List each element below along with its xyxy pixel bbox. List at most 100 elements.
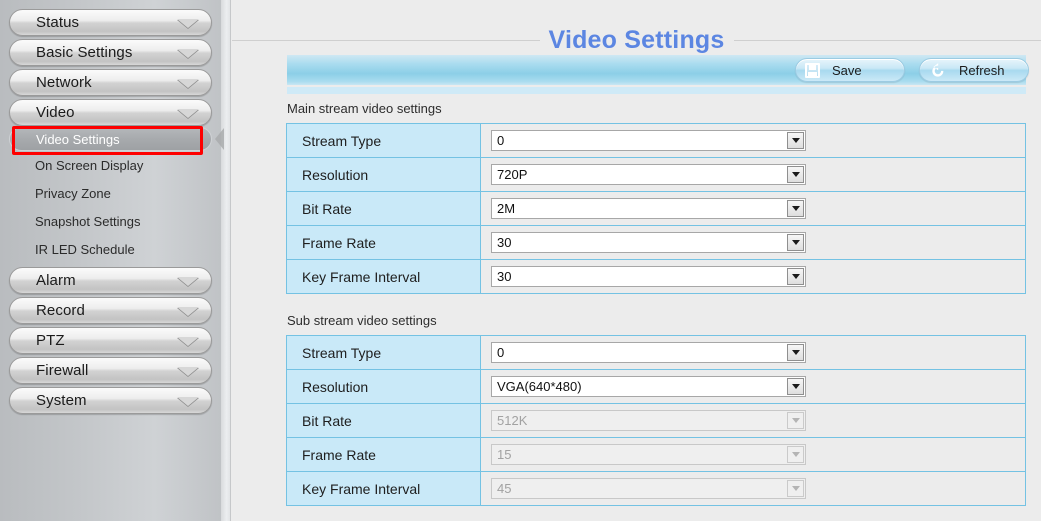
select-value: 0 <box>497 133 505 148</box>
row-field: 15 <box>480 437 1026 472</box>
sub-resolution-select[interactable]: VGA(640*480) <box>491 376 806 397</box>
select-value: 45 <box>497 481 512 496</box>
table-row: Key Frame Interval 45 <box>286 471 1026 506</box>
sidebar-item-ir-led-schedule[interactable]: IR LED Schedule <box>9 235 212 263</box>
row-field: 720P <box>480 157 1026 192</box>
row-field: 2M <box>480 191 1026 226</box>
chevron-down-icon <box>177 78 199 88</box>
row-label: Bit Rate <box>286 403 481 438</box>
sidebar-group-system[interactable]: System <box>9 387 212 414</box>
resolution-select[interactable]: 720P <box>491 164 806 185</box>
select-value: 30 <box>497 235 512 250</box>
sidebar-item-on-screen-display[interactable]: On Screen Display <box>9 151 212 179</box>
sidebar-group-firewall[interactable]: Firewall <box>9 357 212 384</box>
sub-bit-rate-select: 512K <box>491 410 806 431</box>
sidebar-item-snapshot-settings[interactable]: Snapshot Settings <box>9 207 212 235</box>
row-label: Key Frame Interval <box>286 259 481 294</box>
sub-stream-table: Stream Type 0 Resolution VGA(640*480) Bi… <box>286 335 1026 506</box>
table-row: Frame Rate 30 <box>286 225 1026 260</box>
chevron-down-icon <box>177 18 199 28</box>
frame-rate-select[interactable]: 30 <box>491 232 806 253</box>
chevron-down-icon <box>787 344 804 361</box>
sidebar-group-record[interactable]: Record <box>9 297 212 324</box>
sidebar-item-label: Privacy Zone <box>35 185 111 201</box>
sidebar-group-video[interactable]: Video <box>9 99 212 126</box>
sub-stream-type-select[interactable]: 0 <box>491 342 806 363</box>
select-value: VGA(640*480) <box>497 379 582 394</box>
row-label: Stream Type <box>286 123 481 158</box>
chevron-down-icon <box>787 480 804 497</box>
row-field: 30 <box>480 259 1026 294</box>
action-toolbar: Save Refresh <box>287 55 1029 85</box>
sidebar-item-label: Video Settings <box>36 131 120 147</box>
select-value: 15 <box>497 447 512 462</box>
table-row: Bit Rate 512K <box>286 403 1026 438</box>
row-label: Stream Type <box>286 335 481 370</box>
refresh-arrow-icon <box>929 62 947 78</box>
save-button[interactable]: Save <box>795 58 905 82</box>
sidebar-item-video-settings[interactable]: Video Settings <box>9 127 212 151</box>
chevron-down-icon <box>787 200 804 217</box>
chevron-down-icon <box>177 336 199 346</box>
row-label: Frame Rate <box>286 225 481 260</box>
table-row: Resolution VGA(640*480) <box>286 369 1026 404</box>
chevron-down-icon <box>787 446 804 463</box>
sidebar-group-label: Record <box>36 302 85 319</box>
chevron-down-icon <box>787 166 804 183</box>
main-stream-table: Stream Type 0 Resolution 720P Bit Rate 2… <box>286 123 1026 294</box>
key-frame-interval-select[interactable]: 30 <box>491 266 806 287</box>
row-field: 0 <box>480 335 1026 370</box>
chevron-down-icon <box>177 366 199 376</box>
sidebar: Status Basic Settings Network Video Vide… <box>0 0 221 521</box>
table-row: Stream Type 0 <box>286 123 1026 158</box>
sidebar-group-label: Network <box>36 74 92 91</box>
sidebar-item-label: IR LED Schedule <box>35 241 135 257</box>
sidebar-group-label: Basic Settings <box>36 44 133 61</box>
sidebar-group-label: Video <box>36 104 75 121</box>
sidebar-group-alarm[interactable]: Alarm <box>9 267 212 294</box>
sidebar-group-label: Alarm <box>36 272 76 289</box>
page-title-bar: Video Settings <box>232 24 1041 56</box>
floppy-disk-icon <box>805 62 820 78</box>
refresh-button-label: Refresh <box>959 62 1005 78</box>
table-row: Frame Rate 15 <box>286 437 1026 472</box>
chevron-down-icon <box>177 48 199 58</box>
chevron-down-icon <box>787 268 804 285</box>
sidebar-top-groups: Status Basic Settings Network Video <box>0 6 221 126</box>
row-field: 45 <box>480 471 1026 506</box>
sidebar-group-status[interactable]: Status <box>9 9 212 36</box>
sidebar-item-privacy-zone[interactable]: Privacy Zone <box>9 179 212 207</box>
refresh-button[interactable]: Refresh <box>919 58 1029 82</box>
sidebar-bottom-groups: Alarm Record PTZ Firewall System <box>0 264 221 414</box>
chevron-down-icon <box>177 108 199 118</box>
table-row: Resolution 720P <box>286 157 1026 192</box>
table-row: Stream Type 0 <box>286 335 1026 370</box>
row-field: 0 <box>480 123 1026 158</box>
select-value: 512K <box>497 413 528 428</box>
row-label: Frame Rate <box>286 437 481 472</box>
select-value: 0 <box>497 345 505 360</box>
table-row: Bit Rate 2M <box>286 191 1026 226</box>
title-rule-right <box>733 39 1041 41</box>
chevron-down-icon <box>787 132 804 149</box>
chevron-left-icon <box>215 128 224 150</box>
page-title: Video Settings <box>548 25 725 54</box>
sidebar-group-label: PTZ <box>36 332 65 349</box>
chevron-down-icon <box>177 276 199 286</box>
sidebar-group-network[interactable]: Network <box>9 69 212 96</box>
title-rule-left <box>232 39 540 41</box>
chevron-down-icon <box>787 234 804 251</box>
row-field: 30 <box>480 225 1026 260</box>
sidebar-video-submenu: Video Settings On Screen Display Privacy… <box>0 127 221 263</box>
stream-type-select[interactable]: 0 <box>491 130 806 151</box>
row-label: Resolution <box>286 157 481 192</box>
row-label: Key Frame Interval <box>286 471 481 506</box>
select-value: 2M <box>497 201 516 216</box>
sidebar-collapse-handle[interactable] <box>215 0 231 521</box>
sidebar-item-label: On Screen Display <box>35 157 144 173</box>
bit-rate-select[interactable]: 2M <box>491 198 806 219</box>
chevron-down-icon <box>177 396 199 406</box>
sidebar-group-basic-settings[interactable]: Basic Settings <box>9 39 212 66</box>
sidebar-group-ptz[interactable]: PTZ <box>9 327 212 354</box>
sidebar-item-label: Snapshot Settings <box>35 213 141 229</box>
